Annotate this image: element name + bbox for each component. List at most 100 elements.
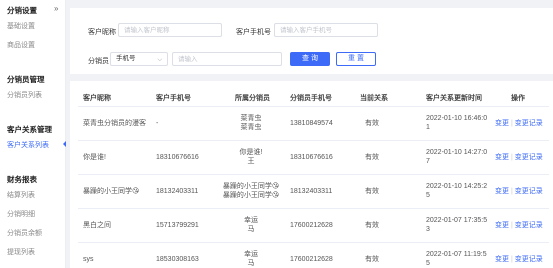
distributor-label: 分销员 xyxy=(88,58,109,65)
sidebar-group-customer-relations: 客户关系管理 xyxy=(7,125,52,134)
divider xyxy=(78,140,549,141)
change-link[interactable]: 变更 xyxy=(495,256,509,263)
column-header-update-time: 客户关系更新时间 xyxy=(426,95,482,102)
cell-update-time-wrap: 5 xyxy=(426,192,430,199)
cell-relation: 有效 xyxy=(365,120,379,127)
cell-update-time: 2022-01-07 11:19:5 xyxy=(426,251,487,258)
distributor-type-select[interactable]: 手机号 ⌵ xyxy=(110,52,168,66)
change-record-link[interactable]: 变更记录 xyxy=(515,222,543,229)
cell-update-time: 2022-01-07 17:35:5 xyxy=(426,217,488,224)
active-indicator-icon xyxy=(63,141,66,147)
cell-distributor-name: 菜青虫 xyxy=(240,115,262,122)
column-header-relation: 当前关系 xyxy=(360,95,388,102)
change-record-link[interactable]: 变更记录 xyxy=(515,120,543,127)
change-record-link[interactable]: 变更记录 xyxy=(515,256,543,263)
cell-distributor-phone: 17600212628 xyxy=(290,256,333,263)
cell-update-time: 2022-01-10 14:27:0 xyxy=(426,149,488,156)
sidebar-item-customer-relation-list[interactable]: 客户关系列表 xyxy=(7,140,49,150)
sidebar-item-distribution-details[interactable]: 分销明细 xyxy=(7,209,35,219)
cell-distributor-nickname: 王 xyxy=(247,158,255,165)
change-link[interactable]: 变更 xyxy=(495,188,509,195)
row-actions: 变更 | 变更记录 xyxy=(495,153,543,162)
cell-distributor-name: 暴躁的小王同学😘 xyxy=(222,183,280,190)
change-link[interactable]: 变更 xyxy=(495,120,509,127)
sidebar-item-product-settings[interactable]: 商品设置 xyxy=(7,40,35,50)
cell-update-time: 2022-01-10 14:25:2 xyxy=(426,183,488,190)
cell-nickname: 菜青虫分销员的漫客 xyxy=(83,120,146,127)
divider xyxy=(78,208,549,209)
cell-phone: 18132403311 xyxy=(156,188,199,195)
cell-distributor-name: 幸运 xyxy=(244,217,258,224)
cell-phone: - xyxy=(156,120,159,127)
change-record-link[interactable]: 变更记录 xyxy=(515,154,543,161)
sidebar-group-financial-reports: 财务报表 xyxy=(7,175,37,184)
action-separator: | xyxy=(510,120,513,127)
cell-distributor-phone: 18310676616 xyxy=(290,154,333,161)
row-actions: 变更 | 变更记录 xyxy=(495,119,543,128)
cell-phone: 18310676616 xyxy=(156,154,199,161)
sidebar: » 分销设置 基础设置 商品设置 分销员管理 分销员列表 客户关系管理 客户关系… xyxy=(0,0,66,268)
column-header-actions: 操作 xyxy=(511,95,525,102)
phone-input[interactable] xyxy=(274,23,378,37)
column-header-distributor-phone: 分销员手机号 xyxy=(290,95,332,102)
cell-distributor-nickname: 暴躁的小王同学😘 xyxy=(222,192,280,199)
change-record-link[interactable]: 变更记录 xyxy=(515,188,543,195)
cell-distributor-phone: 17600212628 xyxy=(290,222,333,229)
phone-label: 客户手机号 xyxy=(236,29,271,36)
distributor-input[interactable] xyxy=(172,52,282,66)
distributor-type-value: 手机号 xyxy=(116,55,136,62)
row-actions: 变更 | 变更记录 xyxy=(495,187,543,196)
cell-distributor-name: 你是谁! xyxy=(239,149,263,156)
divider xyxy=(78,106,549,107)
change-link[interactable]: 变更 xyxy=(495,222,509,229)
column-header-phone: 客户手机号 xyxy=(156,95,191,102)
reset-button[interactable]: 重 置 xyxy=(336,52,376,66)
cell-distributor-phone: 13810849574 xyxy=(290,120,333,127)
action-separator: | xyxy=(510,256,513,263)
cell-update-time: 2022-01-10 16:46:0 xyxy=(426,115,488,122)
cell-update-time-wrap: 3 xyxy=(426,226,430,233)
collapse-icon[interactable]: » xyxy=(54,4,58,13)
action-separator: | xyxy=(510,154,513,161)
sidebar-group-distributor-management: 分销员管理 xyxy=(7,75,45,84)
cell-relation: 有效 xyxy=(365,154,379,161)
cell-nickname: 你是谁! xyxy=(83,154,106,161)
action-separator: | xyxy=(510,188,513,195)
cell-update-time-wrap: 7 xyxy=(426,158,430,165)
sidebar-group-distribution-settings: 分销设置 xyxy=(7,6,37,15)
action-separator: | xyxy=(510,222,513,229)
chevron-down-icon: ⌵ xyxy=(157,57,162,63)
cell-nickname: 暴躁的小王同学😘 xyxy=(83,188,140,195)
column-header-distributor: 所属分销员 xyxy=(235,95,270,102)
cell-distributor-name: 幸运 xyxy=(244,251,258,258)
row-actions: 变更 | 变更记录 xyxy=(495,255,543,264)
filter-panel: 客户昵称 客户手机号 分销员 手机号 ⌵ 查 询 重 置 xyxy=(70,8,553,74)
cell-relation: 有效 xyxy=(365,256,379,263)
nickname-label: 客户昵称 xyxy=(88,29,116,36)
cell-phone: 15713799291 xyxy=(156,222,199,229)
cell-distributor-phone: 18132403311 xyxy=(290,188,333,195)
divider xyxy=(78,174,549,175)
divider xyxy=(78,242,549,243)
cell-distributor-nickname: 马 xyxy=(247,260,255,267)
customer-relation-table: 客户昵称 客户手机号 所属分销员 分销员手机号 当前关系 客户关系更新时间 操作… xyxy=(70,81,553,268)
sidebar-item-distributor-balance[interactable]: 分销员余额 xyxy=(7,228,42,238)
cell-update-time-wrap: 5 xyxy=(426,260,430,267)
cell-relation: 有效 xyxy=(365,222,379,229)
cell-nickname: sys xyxy=(83,256,94,263)
sidebar-item-settlement-list[interactable]: 结算列表 xyxy=(7,190,35,200)
sidebar-item-distributor-list[interactable]: 分销员列表 xyxy=(7,90,42,100)
change-link[interactable]: 变更 xyxy=(495,154,509,161)
query-button[interactable]: 查 询 xyxy=(290,52,330,66)
column-header-nickname: 客户昵称 xyxy=(83,95,111,102)
row-actions: 变更 | 变更记录 xyxy=(495,221,543,230)
cell-update-time-wrap: 1 xyxy=(426,124,430,131)
sidebar-item-withdrawal-list[interactable]: 提现列表 xyxy=(7,247,35,257)
cell-phone: 18530308163 xyxy=(156,256,199,263)
nickname-input[interactable] xyxy=(118,23,222,37)
cell-nickname: 黑白之间 xyxy=(83,222,111,229)
cell-relation: 有效 xyxy=(365,188,379,195)
cell-distributor-nickname: 菜青虫 xyxy=(240,124,262,131)
sidebar-item-basic-settings[interactable]: 基础设置 xyxy=(7,21,35,31)
cell-distributor-nickname: 马 xyxy=(247,226,255,233)
